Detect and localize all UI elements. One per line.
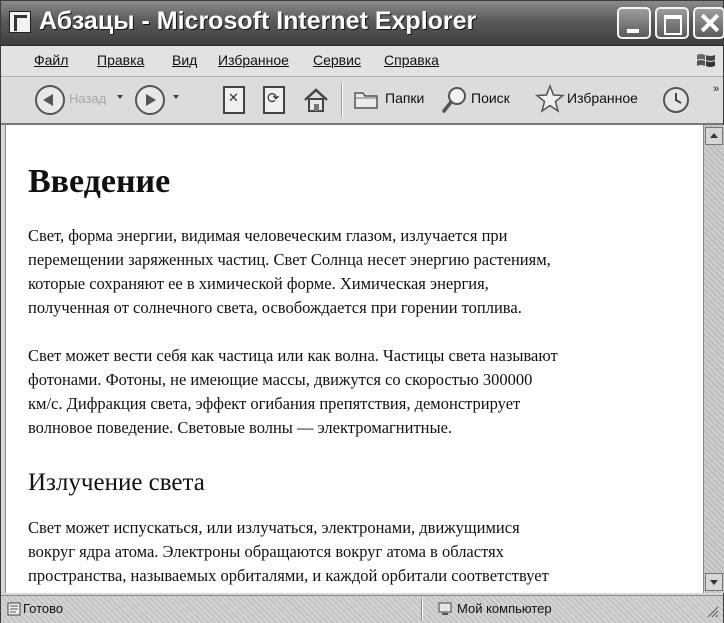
search-icon[interactable] bbox=[441, 85, 469, 115]
folders-button-label[interactable]: Папки bbox=[385, 90, 424, 106]
home-icon[interactable] bbox=[301, 86, 331, 114]
my-computer-icon bbox=[438, 602, 452, 615]
toolbar: Назад Папки Поиск Избранное » bbox=[1, 77, 723, 125]
favorites-button-label[interactable]: Избранное bbox=[567, 90, 638, 106]
paragraph-line: Свет, форма энергии, видимая человечески… bbox=[28, 226, 508, 245]
title-bar[interactable]: Абзацы - Microsoft Internet Explorer bbox=[1, 1, 724, 46]
paragraph-line: Свет может испускаться, или излучаться, … bbox=[28, 518, 520, 537]
paragraph-3: Свет может испускаться, или излучаться, … bbox=[28, 516, 549, 588]
paragraph-line: полученная от солнечного света, освобожд… bbox=[28, 298, 522, 317]
paragraph-line: пространства, называемых орбиталями, и к… bbox=[28, 566, 549, 585]
history-icon[interactable] bbox=[661, 85, 691, 115]
toolbar-separator bbox=[341, 83, 343, 117]
status-text: Готово bbox=[23, 601, 64, 616]
menu-help[interactable]: Справка bbox=[384, 52, 439, 68]
close-button[interactable] bbox=[693, 7, 724, 39]
window-title: Абзацы - Microsoft Internet Explorer bbox=[39, 7, 477, 35]
back-dropdown-arrow-icon[interactable] bbox=[117, 95, 123, 99]
search-button-label[interactable]: Поиск bbox=[471, 90, 510, 106]
paragraph-line: вокруг ядра атома. Электроны обращаются … bbox=[28, 542, 504, 561]
menu-view[interactable]: Вид bbox=[172, 52, 197, 68]
menu-favorites[interactable]: Избранное bbox=[218, 52, 289, 68]
maximize-button[interactable] bbox=[655, 7, 689, 39]
scroll-up-arrow-icon[interactable] bbox=[705, 127, 723, 145]
scroll-down-arrow-icon[interactable] bbox=[705, 573, 723, 591]
favorites-star-icon[interactable] bbox=[535, 84, 565, 114]
status-bar: Готово Мой компьютер bbox=[1, 595, 723, 623]
paragraph-line: которые сохраняют ее в химической форме.… bbox=[28, 274, 489, 293]
folders-icon[interactable] bbox=[353, 87, 379, 111]
menu-edit[interactable]: Правка bbox=[97, 52, 144, 68]
forward-icon[interactable] bbox=[135, 85, 165, 115]
paragraph-line: км/с. Дифракция света, эффект огибания п… bbox=[28, 394, 521, 413]
forward-dropdown-arrow-icon[interactable] bbox=[173, 95, 179, 99]
page-content: Введение Свет, форма энергии, видимая че… bbox=[5, 125, 704, 593]
back-icon[interactable] bbox=[35, 85, 65, 115]
menu-bar: Файл Правка Вид Избранное Сервис Справка bbox=[1, 46, 723, 77]
back-button-label[interactable]: Назад bbox=[69, 91, 106, 106]
page-done-icon bbox=[7, 602, 21, 616]
vertical-scrollbar[interactable] bbox=[703, 125, 724, 593]
ie-page-icon[interactable] bbox=[9, 11, 31, 33]
paragraph-line: Свет может вести себя как частица или ка… bbox=[28, 346, 558, 365]
page-heading-introduction: Введение bbox=[28, 163, 171, 200]
windows-flag-icon bbox=[697, 54, 715, 67]
minimize-button[interactable] bbox=[617, 7, 651, 39]
paragraph-2: Свет может вести себя как частица или ка… bbox=[28, 344, 558, 440]
section-heading-light-emission: Излучение света bbox=[28, 469, 205, 496]
toolbar-overflow-chevron[interactable]: » bbox=[713, 83, 719, 95]
menu-tools[interactable]: Сервис bbox=[313, 52, 361, 68]
stop-icon[interactable] bbox=[223, 86, 245, 114]
refresh-icon[interactable] bbox=[263, 86, 285, 114]
browser-window: Абзацы - Microsoft Internet Explorer Фай… bbox=[0, 0, 724, 623]
resize-grip-icon[interactable] bbox=[705, 604, 719, 618]
menu-file[interactable]: Файл bbox=[34, 52, 68, 68]
paragraph-1: Свет, форма энергии, видимая человечески… bbox=[28, 224, 551, 320]
status-divider bbox=[421, 598, 423, 620]
paragraph-line: фотонами. Фотоны, не имеющие массы, движ… bbox=[28, 370, 533, 389]
security-zone-label: Мой компьютер bbox=[457, 601, 552, 616]
paragraph-line: перемещении заряженных частиц. Свет Солн… bbox=[28, 250, 551, 269]
paragraph-line: волновое поведение. Световые волны — эле… bbox=[28, 418, 453, 437]
